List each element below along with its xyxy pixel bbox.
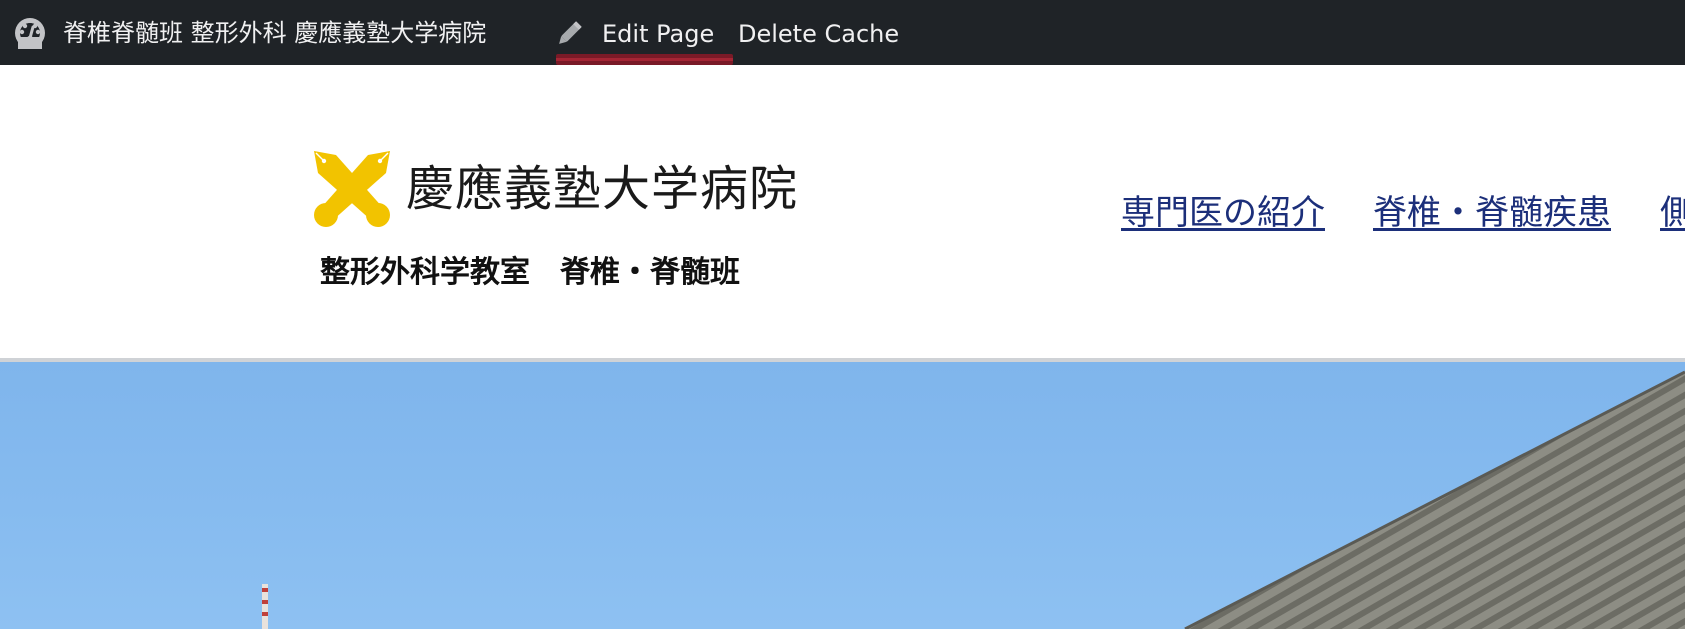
dashboard-gauge-icon[interactable] [13, 17, 47, 49]
hospital-building-photo [0, 362, 1685, 629]
pencil-icon [554, 19, 584, 49]
site-header: 慶應義塾大学病院 整形外科学教室 脊椎・脊髄班 専門医の紹介 脊椎・脊髄疾患 側 [0, 65, 1685, 361]
admin-bar: 脊椎脊髄班 整形外科 慶應義塾大学病院 Edit Page Delete Cac… [0, 0, 1685, 65]
nav-link-partial[interactable]: 側 [1660, 191, 1685, 235]
edit-page-highlight [556, 54, 733, 65]
department-name: 整形外科学教室 脊椎・脊髄班 [320, 255, 740, 290]
nav-link-spine-diseases[interactable]: 脊椎・脊髄疾患 [1373, 191, 1611, 235]
hospital-name[interactable]: 慶應義塾大学病院 [406, 161, 798, 217]
delete-cache-link[interactable]: Delete Cache [738, 17, 899, 51]
crossed-pens-logo-icon[interactable] [312, 149, 392, 227]
nav-link-specialists[interactable]: 専門医の紹介 [1121, 191, 1325, 235]
edit-page-label: Edit Page [602, 20, 715, 48]
admin-site-name-link[interactable]: 脊椎脊髄班 整形外科 慶應義塾大学病院 [63, 17, 486, 49]
